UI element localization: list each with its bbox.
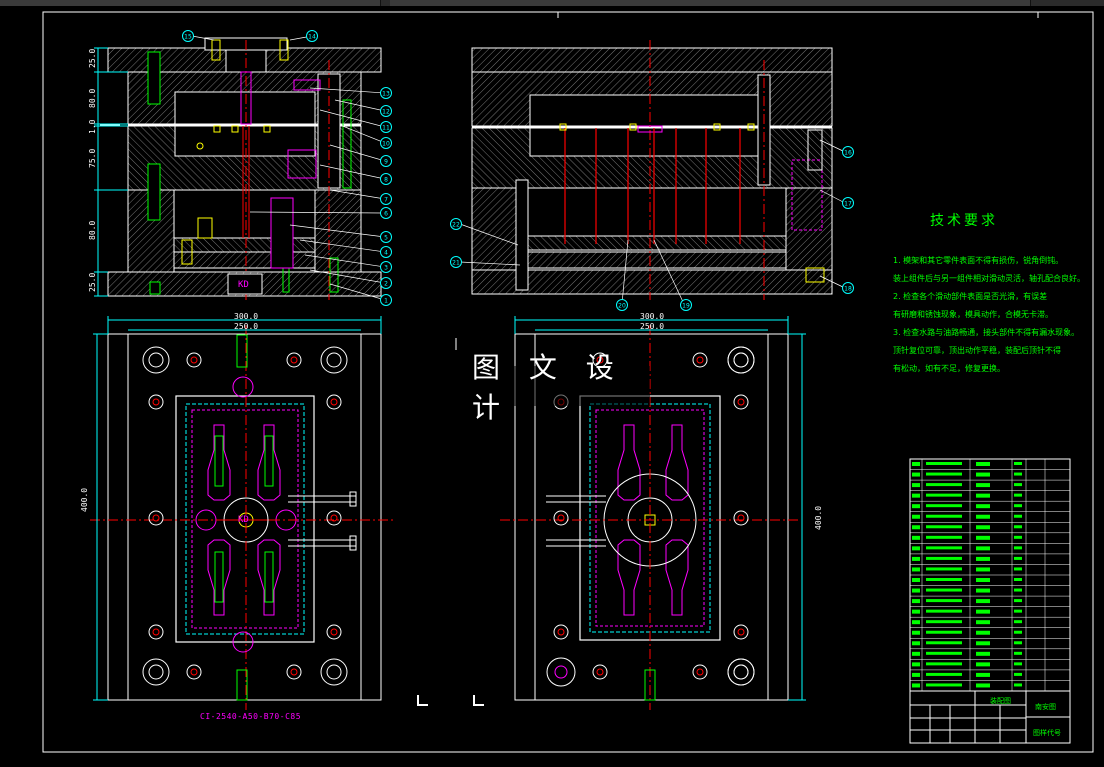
cad-drawing[interactable]: 123456789101112131415 16171819202122 装配图… [0, 0, 1104, 767]
svg-text:13: 13 [382, 91, 390, 98]
svg-text:7: 7 [384, 197, 388, 204]
svg-text:2: 2 [384, 281, 388, 288]
svg-text:16: 16 [844, 150, 852, 157]
left-dimension-stack [94, 47, 128, 297]
stack-dimension: 80.0 [88, 220, 97, 240]
dim-left-height: 400.0 [80, 487, 89, 512]
bolt-hole [727, 658, 755, 686]
svg-text:17: 17 [844, 201, 852, 208]
svg-text:11: 11 [382, 125, 390, 132]
tech-note: 1. 模架和其它零件表面不得有损伤，锐角倒钝。 [893, 256, 1064, 265]
tech-note: 装上组件后与另一组件相对滑动灵活，轴孔配合良好。 [893, 274, 1085, 283]
balloon: 8 [380, 173, 392, 185]
title-company: 南安图 [1035, 702, 1056, 711]
svg-text:20: 20 [618, 303, 626, 310]
part-code: CI-2540-A50-B70-C85 [200, 712, 302, 721]
stack-dimension: 75.0 [88, 148, 97, 168]
tech-requirements-title: 技术要求 [930, 213, 998, 229]
svg-text:6: 6 [384, 211, 388, 218]
ejector-plate [173, 251, 316, 269]
bolt-hole [142, 346, 170, 374]
stack-dimension: 25.0 [88, 48, 97, 68]
balloon: 7 [380, 193, 392, 205]
balloon: 4 [380, 246, 392, 258]
balloon: 16 [842, 146, 854, 158]
svg-text:8: 8 [384, 177, 388, 184]
dim-left-outer-width: 300.0 [234, 312, 259, 321]
dim-left-inner-width: 250.0 [234, 322, 259, 331]
tech-note: 3. 检查水路与油路畅通，接头部件不得有漏水现象。 [893, 328, 1080, 337]
svg-text:21: 21 [452, 260, 460, 267]
bolt-hole [320, 658, 348, 686]
svg-text:5: 5 [384, 235, 388, 242]
stack-dimension: 25.0 [88, 272, 97, 292]
dim-right-height: 400.0 [814, 505, 823, 530]
svg-text:9: 9 [384, 159, 388, 166]
svg-text:15: 15 [184, 34, 192, 41]
kd-section-label: KD [238, 280, 249, 290]
balloon: 5 [380, 231, 392, 243]
balloon: 3 [380, 261, 392, 273]
title-drawing-name: 装配图 [990, 696, 1011, 705]
right-plan-view [500, 325, 800, 710]
bolt-hole [142, 658, 170, 686]
balloon: 13 [380, 87, 392, 99]
right-section-view [471, 40, 833, 300]
tech-note: 2. 检查各个滑动部件表面是否光滑，有误差 [893, 292, 1048, 301]
tech-note: 有松动，如有不足，修复更换。 [893, 364, 1005, 373]
svg-text:4: 4 [384, 250, 388, 257]
bolt-hole [727, 346, 755, 374]
dim-right-outer-width: 300.0 [640, 312, 665, 321]
balloon: 20 [616, 299, 628, 311]
balloon: 22 [450, 218, 462, 230]
stack-dimension: 80.0 [88, 88, 97, 108]
tech-requirements-notes: 1. 模架和其它零件表面不得有损伤，锐角倒钝。 装上组件后与另一组件相对滑动灵活… [893, 252, 1093, 378]
dim-right-inner-width: 250.0 [640, 322, 665, 331]
balloon: 9 [380, 155, 392, 167]
svg-text:14: 14 [308, 34, 316, 41]
balloon: 21 [450, 256, 462, 268]
right-plan-dimensions [514, 316, 806, 701]
balloon: 19 [680, 299, 692, 311]
balloon: 6 [380, 207, 392, 219]
svg-text:19: 19 [682, 303, 690, 310]
stack-dimension: 1.0 [88, 119, 97, 134]
balloon: 10 [380, 137, 392, 149]
title-drawing-no: 图样代号 [1033, 728, 1061, 737]
parts-list-table [909, 458, 1071, 692]
balloon: 12 [380, 105, 392, 117]
ejector-retainer-plate [173, 237, 316, 253]
svg-text:1: 1 [384, 298, 388, 305]
svg-text:18: 18 [844, 286, 852, 293]
support-pillar [270, 197, 294, 269]
svg-text:3: 3 [384, 265, 388, 272]
balloon: 15 [182, 30, 194, 42]
guide-pin-left [147, 51, 161, 105]
svg-text:10: 10 [382, 141, 390, 148]
balloon: 11 [380, 121, 392, 133]
balloon: 2 [380, 277, 392, 289]
svg-text:22: 22 [452, 222, 460, 229]
kd-plan-label: KD [238, 515, 249, 525]
balloon: 1 [380, 294, 392, 306]
balloon: 18 [842, 282, 854, 294]
section-markers [417, 338, 484, 706]
bolt-hole [320, 346, 348, 374]
balloon: 17 [842, 197, 854, 209]
tech-note: 有研磨和锈蚀现象，模具动作，合模无卡滞。 [893, 310, 1053, 319]
tech-note: 顶针复位可靠，顶出动作平稳，装配后顶针不得 [893, 346, 1061, 355]
svg-text:12: 12 [382, 109, 390, 116]
balloon: 14 [306, 30, 318, 42]
